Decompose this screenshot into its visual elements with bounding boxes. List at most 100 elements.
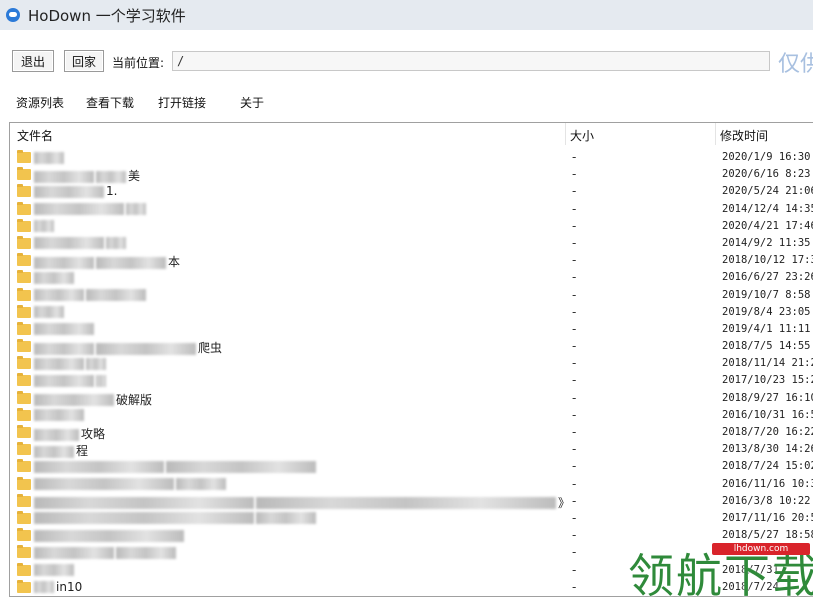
file-mtime: 2014/9/2 11:35: (722, 236, 813, 249)
folder-icon (17, 545, 31, 559)
menu-bar: 资源列表 查看下载 打开链接 关于 (0, 92, 813, 112)
folder-icon (17, 407, 31, 421)
file-size: - (572, 235, 577, 250)
file-size: - (572, 356, 577, 371)
folder-icon (17, 425, 31, 438)
folder-icon (17, 218, 31, 232)
table-row[interactable]: 美 - 2020/6/16 8:23: (10, 166, 813, 183)
table-row[interactable]: 1. - 2020/5/24 21:06 (10, 183, 813, 200)
file-size: - (572, 528, 577, 543)
blurred-text (176, 478, 226, 491)
file-mtime: 2019/4/1 11:11: (722, 322, 813, 335)
file-mtime: 2019/8/4 23:05: (722, 305, 813, 318)
table-row[interactable]: - 2014/9/2 11:35: (10, 235, 813, 252)
blurred-text (34, 428, 79, 441)
folder-icon (17, 235, 31, 249)
file-rows: - 2020/1/9 16:30: 美 - 2020/6/16 8:23: 1. - 2020… (10, 149, 813, 596)
column-separator[interactable] (715, 123, 716, 145)
table-row[interactable]: 爬虫 - 2018/7/5 14:55: (10, 338, 813, 355)
folder-icon (17, 304, 31, 318)
file-size: - (572, 562, 577, 577)
file-list[interactable]: 文件名 大小 修改时间 - 2020/1/9 16:30: 美 - 2020/6/16 … (9, 122, 813, 597)
file-size: - (572, 150, 577, 164)
table-row[interactable]: - 2018/11/14 21:2 (10, 355, 813, 372)
file-size: - (572, 218, 577, 233)
table-row[interactable]: 攻略 - 2018/7/20 16:22 (10, 424, 813, 441)
file-name-visible: 本 (168, 255, 181, 270)
file-mtime: 2013/8/30 14:26 (722, 443, 813, 456)
file-name (34, 202, 148, 217)
file-mtime: 2020/6/16 8:23: (722, 168, 813, 181)
file-size: - (572, 184, 577, 199)
blurred-text (34, 497, 254, 510)
blurred-text (34, 581, 54, 594)
column-header-mtime[interactable]: 修改时间 (720, 127, 768, 144)
blurred-text (34, 323, 94, 336)
table-row[interactable]: - 2019/10/7 8:58: (10, 287, 813, 304)
file-size: - (572, 167, 577, 182)
folder-icon (17, 167, 31, 181)
blurred-text (34, 409, 84, 422)
file-name-visible: in10 (56, 579, 83, 594)
blurred-text (34, 271, 74, 284)
file-name (34, 528, 186, 543)
blurred-text (96, 342, 196, 355)
file-mtime: 2016/10/31 16:5 (722, 408, 813, 421)
location-label: 当前位置: (112, 56, 165, 70)
column-header-size[interactable]: 大小 (570, 127, 594, 144)
folder-icon (17, 459, 31, 473)
logout-button[interactable]: 退出 (12, 50, 54, 72)
table-row[interactable]: - 2020/1/9 16:30: (10, 149, 813, 166)
file-name (34, 288, 148, 303)
table-row[interactable]: - 2017/11/16 20:5 (10, 510, 813, 527)
blurred-text (256, 497, 556, 510)
blurred-text (96, 374, 106, 387)
table-row[interactable]: - 2014/12/4 14:35 (10, 201, 813, 218)
folder-icon (17, 270, 31, 284)
file-name-visible: 》 (558, 495, 571, 510)
blurred-text (34, 564, 74, 576)
table-row[interactable]: - 2020/4/21 17:46 (10, 218, 813, 235)
folder-icon (17, 528, 31, 542)
folder-icon (17, 184, 31, 198)
table-row[interactable]: - 2017/10/23 15:2 (10, 372, 813, 389)
table-row[interactable]: 程 - 2013/8/30 14:26 (10, 441, 813, 458)
file-name (34, 563, 76, 578)
file-name-visible: 攻略 (81, 427, 106, 441)
menu-open-link[interactable]: 打开链接 (158, 94, 206, 111)
table-row[interactable]: - 2016/6/27 23:26 (10, 269, 813, 286)
file-size: - (572, 287, 577, 302)
blurred-text (166, 460, 316, 473)
blurred-text (106, 237, 126, 250)
column-separator[interactable] (565, 123, 566, 145)
table-row[interactable]: - 2016/11/16 10:3 (10, 476, 813, 493)
file-name-visible: 程 (76, 444, 89, 459)
file-size: - (572, 476, 577, 491)
folder-icon (17, 321, 31, 335)
path-input[interactable]: / (172, 51, 770, 71)
table-row[interactable]: - 2018/7/24 15:02 (10, 458, 813, 475)
file-name: 程 (34, 442, 89, 459)
table-row[interactable]: - 2019/8/4 23:05: (10, 304, 813, 321)
table-row[interactable]: - 2016/10/31 16:5 (10, 407, 813, 424)
table-row[interactable]: 本 - 2018/10/12 17:3 (10, 252, 813, 269)
menu-about[interactable]: 关于 (240, 94, 264, 111)
file-name (34, 373, 108, 388)
home-button[interactable]: 回家 (64, 50, 104, 72)
table-row[interactable]: 破解版 - 2018/9/27 16:10 (10, 390, 813, 407)
blurred-text (34, 546, 114, 559)
file-name (34, 459, 318, 474)
menu-resource-list[interactable]: 资源列表 (16, 94, 64, 111)
column-header-name[interactable]: 文件名 (17, 127, 53, 144)
table-row[interactable]: - 2019/4/1 11:11: (10, 321, 813, 338)
blurred-text (34, 445, 74, 458)
blurred-text (34, 512, 254, 525)
file-size: - (572, 253, 577, 268)
blurred-text (86, 357, 106, 370)
folder-icon (17, 579, 31, 593)
file-mtime: 2016/11/16 10:3 (722, 477, 813, 490)
file-mtime: 2018/11/14 21:2 (722, 357, 813, 370)
table-row[interactable]: 》 - 2016/3/8 10:22: (10, 493, 813, 510)
cloud-icon (6, 8, 20, 22)
menu-view-downloads[interactable]: 查看下载 (86, 94, 134, 111)
